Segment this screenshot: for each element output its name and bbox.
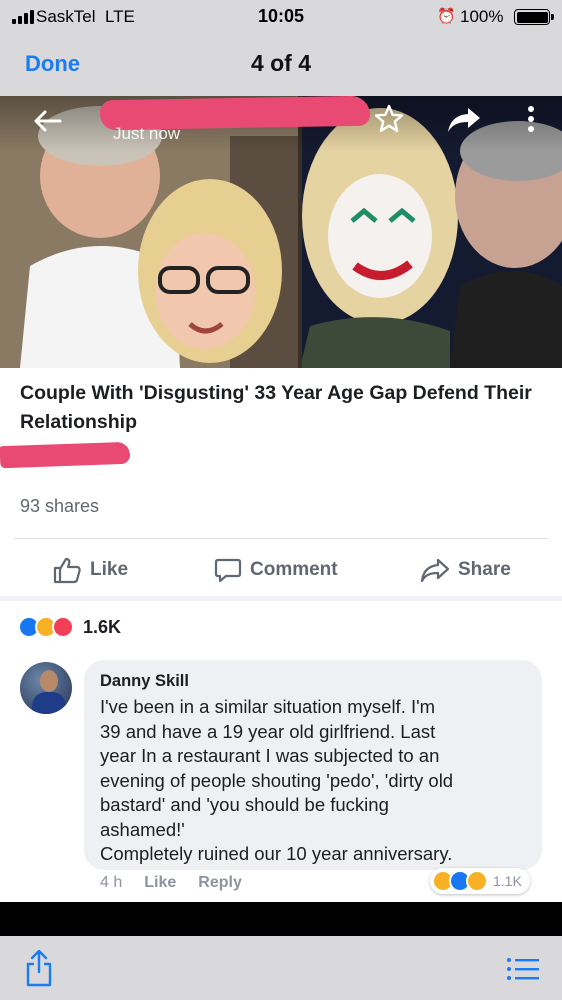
comment-meta: 4 h Like Reply xyxy=(100,874,242,892)
wow-reaction-icon xyxy=(466,870,488,892)
divider xyxy=(14,538,548,539)
share-sheet-icon[interactable] xyxy=(24,948,54,988)
more-options-icon[interactable] xyxy=(520,102,542,136)
post-photo[interactable]: Just now xyxy=(0,96,562,368)
list-icon[interactable] xyxy=(506,956,540,982)
bottom-toolbar xyxy=(0,936,562,1000)
back-arrow-icon[interactable] xyxy=(30,104,64,138)
page-counter: 4 of 4 xyxy=(250,50,312,76)
comment-label: Comment xyxy=(250,559,338,580)
facebook-post: Just now Couple With 'Disgusting' 33 Yea… xyxy=(0,96,562,902)
share-icon xyxy=(420,558,450,583)
comment-reactions[interactable]: 1.1K xyxy=(430,868,530,894)
post-headline[interactable]: Couple With 'Disgusting' 33 Year Age Gap… xyxy=(20,379,540,437)
share-label: Share xyxy=(458,559,511,580)
comment-text: I've been in a similar situation myself.… xyxy=(100,696,454,864)
comment-bubble: Danny Skill I've been in a similar situa… xyxy=(84,660,542,870)
status-bar: SaskTel LTE 10:05 ⏰ 100% xyxy=(0,0,562,34)
forward-arrow-icon[interactable] xyxy=(446,102,482,136)
thumbs-up-icon xyxy=(53,557,81,584)
comment-like-link[interactable]: Like xyxy=(144,874,176,892)
like-button[interactable]: Like xyxy=(52,548,128,592)
battery-icon xyxy=(514,9,554,25)
share-count[interactable]: 93 shares xyxy=(20,496,99,517)
section-divider xyxy=(0,596,562,601)
like-label: Like xyxy=(90,559,129,580)
comment-reaction-count: 1.1K xyxy=(493,873,522,889)
redaction-scribble-bottom xyxy=(0,441,131,469)
avatar[interactable] xyxy=(20,662,72,714)
comment-time: 4 h xyxy=(100,874,123,891)
love-reaction-icon xyxy=(52,616,74,638)
alarm-icon: ⏰ xyxy=(437,8,456,25)
share-button[interactable]: Share xyxy=(420,548,511,592)
comment-author[interactable]: Danny Skill xyxy=(100,672,526,691)
comment-reply-link[interactable]: Reply xyxy=(198,874,242,892)
post-timestamp: Just now xyxy=(113,124,181,143)
image-letterbox xyxy=(0,902,562,936)
comment-icon xyxy=(214,558,242,583)
reaction-count: 1.6K xyxy=(83,616,122,637)
post-reactions[interactable]: 1.6K xyxy=(18,614,121,640)
comment-button[interactable]: Comment xyxy=(214,548,338,592)
star-icon[interactable] xyxy=(372,102,406,136)
viewer-nav-bar: Done 4 of 4 xyxy=(0,34,562,96)
post-actions: Like Comment Share xyxy=(0,548,562,592)
battery-percentage: 100% xyxy=(460,7,504,26)
